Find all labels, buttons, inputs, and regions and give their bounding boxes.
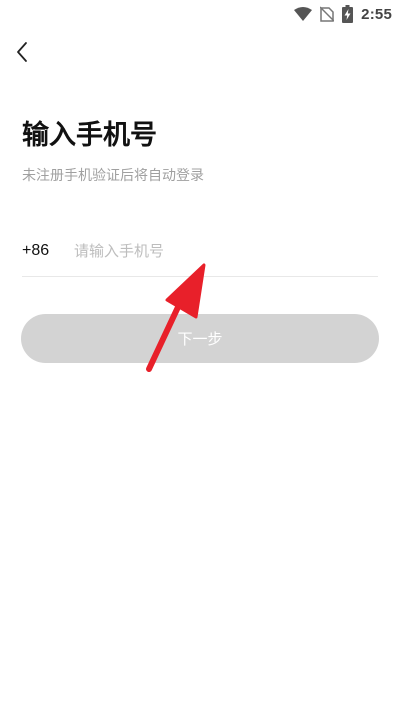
page-subtitle: 未注册手机验证后将自动登录: [22, 168, 204, 184]
country-code[interactable]: +86: [22, 242, 74, 260]
phone-number-input[interactable]: [74, 235, 378, 266]
next-button[interactable]: 下一步: [21, 314, 379, 363]
status-bar: 2:55: [0, 0, 400, 28]
battery-charging-icon: [342, 5, 354, 23]
status-time: 2:55: [361, 5, 392, 23]
no-sim-icon: [320, 6, 335, 22]
page-title: 输入手机号: [22, 120, 157, 151]
back-button[interactable]: [8, 40, 36, 68]
chevron-left-icon: [15, 41, 29, 67]
phone-input-row: +86: [22, 228, 378, 277]
status-icons: 2:55: [294, 4, 392, 24]
wifi-icon: [294, 7, 313, 21]
